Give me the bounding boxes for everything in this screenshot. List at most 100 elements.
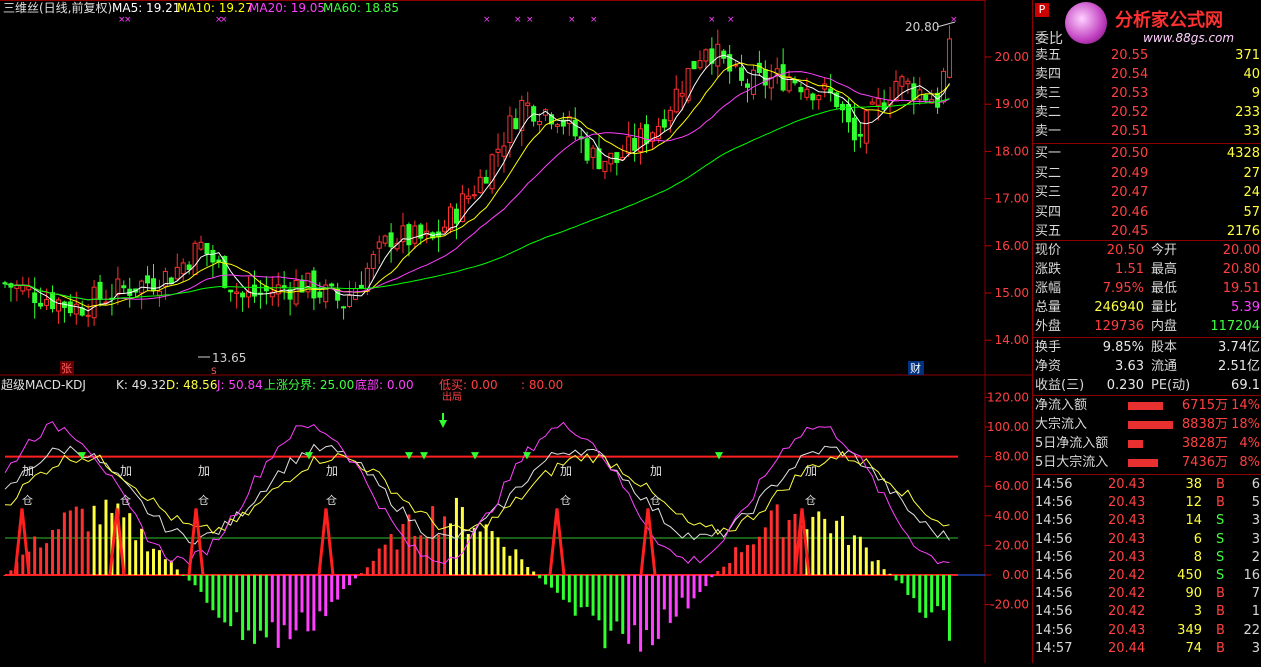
tick-volume: 74 [1185,640,1202,656]
price-tick: 19.00 [995,97,1029,111]
stat-label: 今开 [1151,243,1178,258]
candle-body [614,152,620,163]
candle-body [792,79,798,84]
tick-count: 3 [1251,531,1260,547]
buy-price: 20.49 [1111,165,1149,181]
histogram-bar [371,560,375,575]
buy-price: 20.50 [1111,146,1149,161]
flow-label: 净流入额 [1035,398,1088,413]
ma60-line [4,98,950,301]
logo-title: 分析家公式网 [1115,10,1223,31]
histogram-bar [597,575,601,621]
histogram-bar [193,575,197,586]
stat-label: 涨幅 [1035,281,1062,296]
p-icon[interactable]: P [1035,3,1049,17]
histogram-bar [377,548,381,575]
histogram-bar [490,531,494,575]
candle-body [661,119,667,128]
kline-chart[interactable]: 20.00 19.00 18.00 17.00 16.00 15.00 14.00 120.… [0,0,1032,663]
histogram-bar [478,531,482,575]
ma10-line [4,62,950,308]
buy-level-label: 买五 [1035,224,1062,239]
tick-price: 20.43 [1108,622,1146,638]
histogram-bar [680,575,684,598]
stat-value: 9.85% [1102,340,1144,355]
histogram-bar [870,561,874,575]
stat-label: 总量 [1035,300,1062,315]
histogram-bar [912,575,916,599]
histogram-bar [544,575,548,585]
candle-body [240,292,246,298]
buy-price: 20.46 [1111,204,1149,220]
histogram-bar [746,544,749,575]
histogram-bar [763,527,767,575]
tick-volume: 6 [1193,531,1202,547]
histogram-bar [252,575,256,644]
candle-body [317,291,323,298]
tick-price: 20.42 [1108,568,1146,583]
candle-body [477,176,483,193]
chart-area[interactable]: 20.00 19.00 18.00 17.00 16.00 15.00 14.00 120.… [0,0,1032,663]
cang-label: 仓 [805,493,816,507]
stat-label: 流通 [1151,359,1178,374]
histogram-bar [68,510,72,575]
buy-price: 20.47 [1111,185,1149,200]
cang-label: 仓 [120,493,131,507]
histogram-bar [187,575,191,581]
jia-label: 加 [198,464,210,478]
stat-label: 股本 [1151,340,1178,355]
candle-body [935,92,941,108]
sub-tick: 0.00 [1002,568,1029,582]
flow-label: 大宗流入 [1035,417,1088,432]
sell-level-label: 卖四 [1035,67,1062,82]
histogram-bar [775,504,779,575]
k-value: K: 49.32 [116,378,166,392]
tick-side: S [1216,513,1225,529]
tick-side: B [1216,495,1225,511]
candle-body [293,279,299,305]
flow-value: 7436万 [1181,455,1228,470]
histogram-bar [686,575,690,609]
candle-body [911,83,917,100]
histogram-bar [549,575,553,588]
stat-label: 净资 [1035,359,1062,374]
tick-time: 14:57 [1035,640,1073,656]
histogram-bar [348,575,352,586]
stat-value: 0.230 [1106,378,1144,393]
sell-price: 20.52 [1111,105,1149,120]
histogram-bar [936,575,940,607]
histogram-bar [294,575,298,631]
stat-value: 20.80 [1222,262,1260,277]
zhang-marker: 张 [61,362,72,375]
buy-spike [187,508,205,576]
sell-volume: 233 [1235,105,1260,120]
histogram-bar [829,533,833,575]
tick-volume: 12 [1185,495,1202,511]
buy-volume: 2176 [1226,224,1260,239]
histogram-bar [330,575,334,602]
histogram-bar [864,547,868,575]
sell-volume: 40 [1243,67,1260,82]
histogram-bar [247,575,251,631]
histogram-bar [894,575,898,581]
histogram-bar [342,575,346,590]
histogram-bar [716,571,720,575]
histogram-bar [781,537,785,575]
tick-side: B [1216,586,1225,602]
sell-volume: 9 [1251,86,1260,101]
candle-body [644,124,650,144]
histogram-bar [80,508,84,575]
price-tick: 15.00 [995,286,1029,300]
tick-side: B [1216,604,1225,620]
stat-label: 换手 [1035,340,1062,355]
histogram-bar [401,524,405,575]
sell-price: 20.55 [1111,48,1149,63]
logo-url: www.88gs.com [1143,31,1235,45]
histogram-bar [609,575,613,631]
tick-time: 14:56 [1035,622,1073,638]
histogram-bar [645,575,649,630]
histogram-bar [128,513,132,575]
flow-bar [1128,402,1163,410]
histogram-bar [817,511,821,575]
stat-value: 1.51 [1115,262,1144,277]
